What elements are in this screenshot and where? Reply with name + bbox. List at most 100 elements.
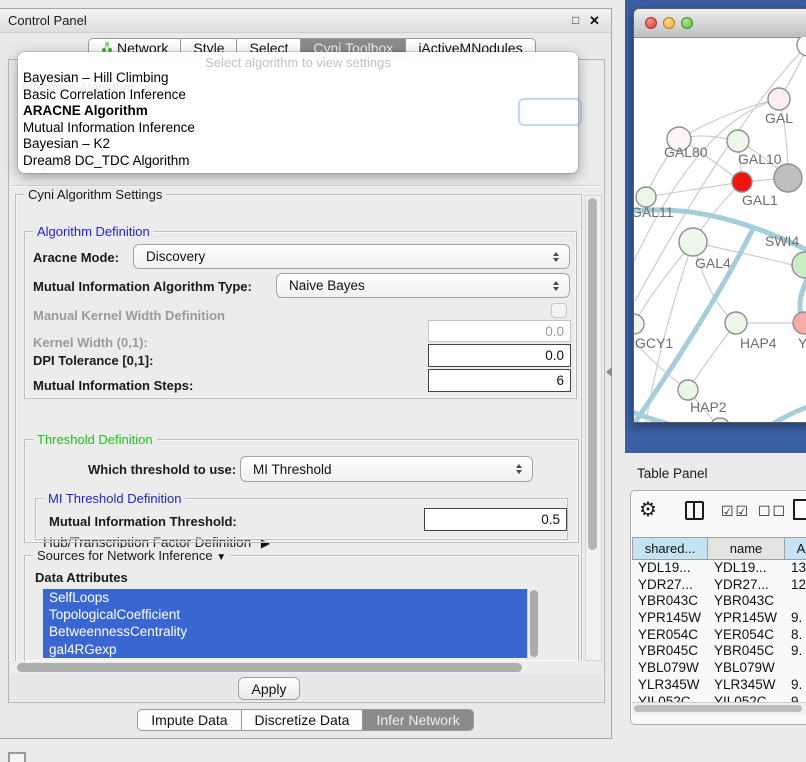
aracne-mode-label: Aracne Mode: [33,250,119,265]
algorithm-option[interactable]: Dream8 DC_TDC Algorithm [18,153,578,170]
node-label: GAL [765,110,793,126]
scrollbar-thumb[interactable] [588,198,597,550]
table-cell [785,593,806,610]
node-label: SWI4 [765,233,799,249]
network-node-gal4[interactable] [679,228,707,256]
algorithm-option[interactable]: Bayesian – K2 [18,136,578,153]
table-row[interactable]: YER054CYER054C8. [632,627,806,644]
attributes-scrollbar[interactable] [527,589,541,659]
table-cell: 9. [785,694,806,703]
table-row[interactable]: YIL052CYIL052C9. [632,694,806,703]
kernel-width-field[interactable]: 0.0 [428,320,571,342]
table-row[interactable]: YDR27...YDR27...12 [632,577,806,594]
dpi-tolerance-field[interactable]: 0.0 [428,344,571,367]
new-table-icon[interactable] [793,499,806,520]
scrollbar-thumb[interactable] [17,663,522,672]
network-node-gal[interactable] [768,88,790,110]
close-window-icon[interactable] [645,17,657,29]
gear-icon[interactable]: ⚙ [639,497,657,522]
network-edge[interactable] [646,182,742,197]
table-header: shared...nameA [632,537,806,560]
network-node-hap4[interactable] [725,312,747,334]
mi-threshold-field[interactable]: 0.5 [424,508,567,531]
spinner-icon [553,252,559,262]
table-cell: 9. [785,643,806,660]
dpi-tolerance-label: DPI Tolerance [0,1]: [33,353,153,368]
network-node-swi4[interactable] [792,252,806,278]
table-row[interactable]: YDL19...YDL19...13 [632,560,806,577]
table-row[interactable]: YBL079WYBL079W [632,660,806,677]
scrollbar-thumb[interactable] [634,705,802,712]
which-threshold-select[interactable]: MI Threshold [240,456,533,482]
table-cell: YBR045C [632,643,708,660]
sources-expander[interactable]: Sources for Network Inference ▼ [33,548,230,563]
split-columns-icon[interactable] [685,501,704,520]
table-cell: YPR145W [632,610,708,627]
network-node-gal10[interactable] [727,130,749,152]
node-label: GAL1 [742,192,778,208]
network-node-gcy1[interactable] [634,314,644,334]
network-window-titlebar[interactable] [634,9,806,38]
bottom-tab-impute-data[interactable]: Impute Data [137,709,240,731]
control-panel-titlebar[interactable]: Control Panel □ ✕ [0,9,611,33]
zoom-window-icon[interactable] [681,17,693,29]
network-view-window[interactable]: GALGAL80GAL10GAL1GAL11GAL4SWI4GCY1HAP4YH… [633,8,806,423]
panel-title: Control Panel [8,13,87,28]
scrollbar-thumb[interactable] [530,590,538,657]
table-row[interactable]: YPR145WYPR145W9. [632,610,806,627]
checked-boxes-icon[interactable]: ☑☑ [721,503,750,520]
table-row[interactable]: YLR345WYLR345W9. [632,677,806,694]
algorithm-option[interactable]: Bayesian – Hill Climbing [18,70,578,87]
threshold-definition-group: Threshold Definition Which threshold to … [24,439,579,543]
table-cell: YBL079W [632,660,708,677]
algorithm-definition-group: Algorithm Definition Aracne Mode: Discov… [24,231,577,399]
minimize-window-icon[interactable] [663,17,675,29]
column-header[interactable]: name [708,537,785,560]
aracne-mode-select[interactable]: Discovery [133,244,570,269]
network-node-hap2[interactable] [678,380,698,400]
column-header[interactable]: A [785,537,806,560]
bottom-tab-discretize-data[interactable]: Discretize Data [241,709,363,731]
table-horizontal-scrollbar[interactable] [632,702,806,714]
manual-kernel-checkbox[interactable] [551,303,567,318]
close-panel-icon[interactable]: ✕ [589,13,600,29]
mi-algorithm-type-select[interactable]: Naive Bayes [276,273,570,298]
bottom-tab-infer-network[interactable]: Infer Network [362,709,473,731]
algorithm-option[interactable]: ARACNE Algorithm [18,103,578,120]
float-panel-icon[interactable]: □ [572,13,579,27]
network-node[interactable] [774,164,802,192]
unchecked-boxes-icon[interactable]: ☐☐ [758,503,787,520]
attribute-item[interactable]: TopologicalCoefficient [43,606,541,623]
data-attributes-list[interactable]: SelfLoopsTopologicalCoefficientBetweenne… [43,589,541,659]
network-canvas[interactable]: GALGAL80GAL10GAL1GAL11GAL4SWI4GCY1HAP4YH… [634,37,806,422]
table-cell: YDR27... [632,577,708,594]
minimized-panel-icon[interactable] [8,752,26,762]
algorithm-option[interactable]: Mutual Information Inference [18,120,578,137]
data-attributes-label: Data Attributes [35,570,128,585]
network-node[interactable] [710,418,730,422]
panel-collapse-arrow-icon[interactable] [606,367,612,377]
algorithm-option[interactable]: Basic Correlation Inference [18,87,578,104]
table-row[interactable]: YBR045CYBR045C9. [632,643,806,660]
attribute-item[interactable]: SelfLoops [43,589,541,606]
attribute-item[interactable]: gal4RGexp [43,641,541,658]
network-edge[interactable] [771,405,806,422]
network-edge[interactable] [634,242,693,324]
settings-horizontal-scrollbar[interactable] [15,661,600,673]
collapse-down-icon[interactable]: ▼ [216,552,226,563]
attribute-item[interactable]: BetweennessCentrality [43,623,541,640]
apply-button[interactable]: Apply [238,677,300,700]
node-label: GAL10 [738,151,782,167]
table-row[interactable]: YBR043CYBR043C [632,593,806,610]
network-node-gal1[interactable] [732,172,752,192]
mi-steps-field[interactable]: 6 [428,369,571,392]
node-label: GAL11 [634,204,674,220]
network-edge[interactable] [679,99,779,139]
node-label: GAL4 [695,255,731,271]
table-cell: YLR345W [632,677,708,694]
network-node-y[interactable] [793,312,806,334]
sources-group: Sources for Network Inference ▼ Data Att… [24,555,579,661]
network-node[interactable] [797,37,806,56]
settings-vertical-scrollbar[interactable] [585,195,602,661]
column-header[interactable]: shared... [632,537,708,560]
